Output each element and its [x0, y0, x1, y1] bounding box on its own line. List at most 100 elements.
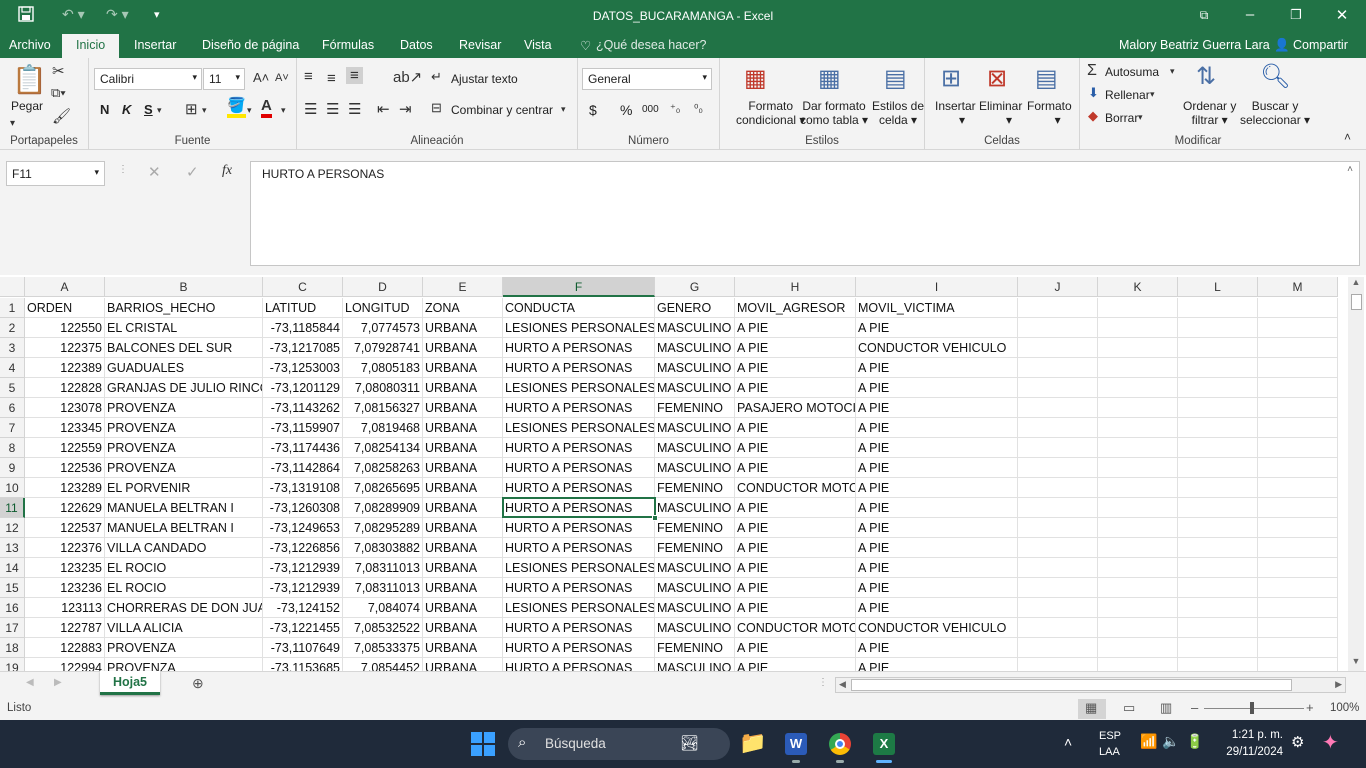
- table-cell[interactable]: [1258, 338, 1338, 358]
- table-cell[interactable]: FEMENINO: [655, 518, 735, 538]
- table-cell[interactable]: HURTO A PERSONAS: [503, 518, 655, 538]
- italic-button[interactable]: K: [122, 102, 131, 117]
- table-cell[interactable]: [1258, 438, 1338, 458]
- table-cell[interactable]: -73,1143262: [263, 398, 343, 418]
- table-cell[interactable]: A PIE: [735, 538, 856, 558]
- table-cell[interactable]: URBANA: [423, 498, 503, 518]
- table-cell[interactable]: [1258, 598, 1338, 618]
- header-cell[interactable]: [1018, 298, 1098, 318]
- fill-handle[interactable]: [652, 515, 658, 521]
- row-header[interactable]: 13: [0, 538, 25, 558]
- chevron-down-icon[interactable]: ▾: [157, 105, 162, 116]
- table-cell[interactable]: 7,08258263: [343, 458, 423, 478]
- table-cell[interactable]: HURTO A PERSONAS: [503, 498, 655, 518]
- table-cell[interactable]: [1018, 658, 1098, 671]
- table-cell[interactable]: [1258, 658, 1338, 671]
- table-cell[interactable]: MASCULINO: [655, 578, 735, 598]
- page-layout-icon[interactable]: ▭: [1123, 700, 1135, 716]
- autosum-button[interactable]: Autosuma: [1105, 65, 1159, 79]
- table-cell[interactable]: PROVENZA: [105, 418, 263, 438]
- table-cell[interactable]: 122550: [25, 318, 105, 338]
- table-cell[interactable]: [1018, 458, 1098, 478]
- table-cell[interactable]: [1018, 498, 1098, 518]
- table-cell[interactable]: A PIE: [735, 358, 856, 378]
- table-cell[interactable]: 7,08289909: [343, 498, 423, 518]
- header-cell[interactable]: MOVIL_AGRESOR: [735, 298, 856, 318]
- table-cell[interactable]: A PIE: [856, 498, 1018, 518]
- header-cell[interactable]: MOVIL_VICTIMA: [856, 298, 1018, 318]
- table-cell[interactable]: 122994: [25, 658, 105, 671]
- table-cell[interactable]: 123289: [25, 478, 105, 498]
- tab-revisar[interactable]: Revisar: [459, 38, 501, 52]
- table-cell[interactable]: LESIONES PERSONALES: [503, 318, 655, 338]
- table-cell[interactable]: LESIONES PERSONALES: [503, 598, 655, 618]
- wrap-text-button[interactable]: Ajustar texto: [451, 72, 518, 86]
- table-cell[interactable]: EL PORVENIR: [105, 478, 263, 498]
- column-header[interactable]: E: [423, 277, 503, 297]
- header-cell[interactable]: CONDUCTA: [503, 298, 655, 318]
- paste-icon[interactable]: 📋: [12, 63, 47, 96]
- tab-vista[interactable]: Vista: [524, 38, 552, 52]
- volume-icon[interactable]: 🔈: [1162, 733, 1179, 750]
- font-color-icon[interactable]: A: [261, 98, 272, 118]
- column-header[interactable]: F: [503, 277, 655, 297]
- bold-button[interactable]: N: [100, 102, 109, 117]
- share-button[interactable]: Compartir: [1293, 38, 1348, 52]
- table-cell[interactable]: GUADUALES: [105, 358, 263, 378]
- row-header[interactable]: 5: [0, 378, 25, 398]
- table-cell[interactable]: -73,1249653: [263, 518, 343, 538]
- table-cell[interactable]: URBANA: [423, 658, 503, 671]
- table-cell[interactable]: URBANA: [423, 638, 503, 658]
- shrink-font-icon[interactable]: A˅: [275, 72, 289, 84]
- table-cell[interactable]: 122883: [25, 638, 105, 658]
- table-cell[interactable]: HURTO A PERSONAS: [503, 578, 655, 598]
- tab-archivo[interactable]: Archivo: [9, 38, 51, 52]
- table-cell[interactable]: URBANA: [423, 318, 503, 338]
- table-cell[interactable]: MASCULINO: [655, 418, 735, 438]
- table-cell[interactable]: 122376: [25, 538, 105, 558]
- table-cell[interactable]: [1178, 398, 1258, 418]
- table-cell[interactable]: URBANA: [423, 438, 503, 458]
- copilot-icon[interactable]: ✦: [1322, 730, 1339, 755]
- next-sheet-icon[interactable]: ▶: [54, 677, 62, 688]
- table-cell[interactable]: -73,1185844: [263, 318, 343, 338]
- table-cell[interactable]: FEMENINO: [655, 538, 735, 558]
- user-name[interactable]: Malory Beatriz Guerra Lara: [1119, 38, 1270, 52]
- table-cell[interactable]: [1258, 478, 1338, 498]
- horizontal-scrollbar[interactable]: ◀ ▶: [835, 677, 1346, 693]
- table-cell[interactable]: 122536: [25, 458, 105, 478]
- table-cell[interactable]: FEMENINO: [655, 478, 735, 498]
- table-cell[interactable]: MASCULINO: [655, 658, 735, 671]
- table-cell[interactable]: [1098, 398, 1178, 418]
- column-header[interactable]: I: [856, 277, 1018, 297]
- table-cell[interactable]: [1098, 378, 1178, 398]
- table-cell[interactable]: URBANA: [423, 458, 503, 478]
- table-cell[interactable]: A PIE: [735, 318, 856, 338]
- table-cell[interactable]: A PIE: [856, 478, 1018, 498]
- row-header[interactable]: 16: [0, 598, 25, 618]
- merge-button[interactable]: Combinar y centrar: [451, 103, 553, 117]
- align-left-icon[interactable]: ☰: [304, 100, 317, 118]
- chevron-down-icon[interactable]: ▾: [1170, 66, 1175, 77]
- tab-diseno[interactable]: Diseño de página: [202, 38, 299, 52]
- table-cell[interactable]: -73,1142864: [263, 458, 343, 478]
- table-cell[interactable]: 7,07928741: [343, 338, 423, 358]
- collapse-ribbon-icon[interactable]: ˄: [1344, 130, 1351, 144]
- table-cell[interactable]: LESIONES PERSONALES: [503, 418, 655, 438]
- page-break-icon[interactable]: ▥: [1160, 700, 1172, 716]
- table-cell[interactable]: URBANA: [423, 398, 503, 418]
- table-cell[interactable]: URBANA: [423, 578, 503, 598]
- table-cell[interactable]: MASCULINO: [655, 438, 735, 458]
- table-cell[interactable]: MASCULINO: [655, 498, 735, 518]
- add-sheet-icon[interactable]: ⊕: [192, 675, 204, 692]
- table-cell[interactable]: A PIE: [856, 638, 1018, 658]
- chevron-down-icon[interactable]: ▾: [1138, 112, 1143, 123]
- table-cell[interactable]: VILLA CANDADO: [105, 538, 263, 558]
- table-cell[interactable]: 7,0854452: [343, 658, 423, 671]
- table-cell[interactable]: 7,0819468: [343, 418, 423, 438]
- row-header[interactable]: 17: [0, 618, 25, 638]
- row-header[interactable]: 12: [0, 518, 25, 538]
- table-cell[interactable]: A PIE: [735, 598, 856, 618]
- table-cell[interactable]: [1018, 638, 1098, 658]
- align-center-icon[interactable]: ☰: [326, 100, 339, 118]
